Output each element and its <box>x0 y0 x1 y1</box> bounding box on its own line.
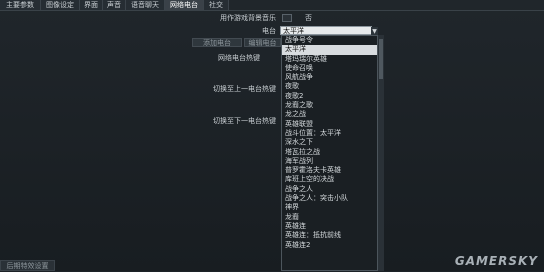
dropdown-item[interactable]: 英雄连2 <box>282 241 377 250</box>
music-toggle-value: 否 <box>305 14 312 22</box>
edit-radio-button[interactable]: 编辑电台 <box>244 38 281 47</box>
dropdown-item[interactable]: 塔玛瑞尔英雄 <box>282 55 377 64</box>
tab-voice-chat[interactable]: 语音聊天 <box>126 0 165 10</box>
dropdown-scrollbar[interactable] <box>378 35 384 271</box>
add-radio-button[interactable]: 添加电台 <box>192 38 242 47</box>
dropdown-item[interactable]: 使命召唤 <box>282 64 377 73</box>
prev-radio-hotkey-label: 切换至上一电台热键 <box>213 85 276 93</box>
dropdown-item[interactable]: 海军战列 <box>282 157 377 166</box>
watermark-logo: GAMERSKY <box>454 254 538 268</box>
dropdown-item[interactable]: 战争之人：突击小队 <box>282 194 377 203</box>
dropdown-item[interactable]: 战斗位置：太平洋 <box>282 129 377 138</box>
dropdown-item[interactable]: 战争之人 <box>282 185 377 194</box>
dropdown-item[interactable]: 塔瓦拉之战 <box>282 148 377 157</box>
radio-label: 电台 <box>262 27 276 35</box>
next-radio-hotkey-label: 切换至下一电台热键 <box>213 117 276 125</box>
radio-select[interactable]: 太平洋 ▼ <box>280 26 378 36</box>
tab-main[interactable]: 主要参数 <box>0 0 41 10</box>
scrollbar-thumb[interactable] <box>379 39 383 79</box>
tab-graphics[interactable]: 图像设定 <box>41 0 80 10</box>
dropdown-item[interactable]: 龙之战 <box>282 110 377 119</box>
radio-select-value: 太平洋 <box>283 27 304 35</box>
dropdown-item[interactable]: 深水之下 <box>282 138 377 147</box>
dropdown-item[interactable]: 英雄连：抵抗前线 <box>282 231 377 240</box>
dropdown-item[interactable]: 英雄连 <box>282 222 377 231</box>
dropdown-item[interactable]: 战争号令 <box>282 36 377 45</box>
post-effects-button[interactable]: 后期特效设置 <box>0 260 55 271</box>
radio-dropdown-list[interactable]: 战争号令 太平洋 塔玛瑞尔英雄 使命召唤 风航战争 夜歌 夜歌2 龙裔之歌 龙之战 英雄联盟 战斗位… <box>281 35 378 271</box>
radio-hotkey-label: 网络电台热键 <box>218 54 260 62</box>
tab-radio[interactable]: 网络电台 <box>165 0 204 10</box>
music-toggle-label: 用作游戏背景音乐 <box>220 14 276 22</box>
tab-sound[interactable]: 声音 <box>103 0 126 10</box>
tab-bar: 主要参数 图像设定 界面 声音 语音聊天 网络电台 社交 <box>0 0 544 11</box>
dropdown-item[interactable]: 太平洋 <box>282 45 377 55</box>
dropdown-item[interactable]: 龙裔 <box>282 213 377 222</box>
tab-interface[interactable]: 界面 <box>80 0 103 10</box>
dropdown-item[interactable]: 夜歌2 <box>282 92 377 101</box>
dropdown-item[interactable]: 夜歌 <box>282 82 377 91</box>
dropdown-item[interactable]: 英雄联盟 <box>282 120 377 129</box>
dropdown-item[interactable]: 龙裔之歌 <box>282 101 377 110</box>
music-toggle-checkbox[interactable] <box>282 14 292 22</box>
dropdown-item[interactable]: 库班上空的决战 <box>282 175 377 184</box>
tab-social[interactable]: 社交 <box>204 0 229 10</box>
dropdown-item[interactable]: 神界 <box>282 203 377 212</box>
